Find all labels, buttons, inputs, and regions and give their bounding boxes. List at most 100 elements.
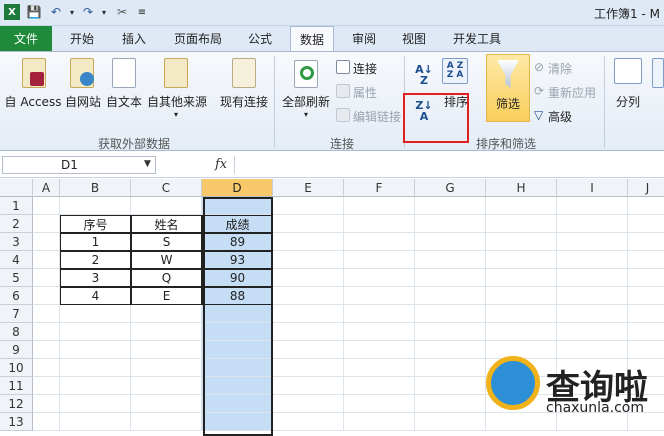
cell[interactable] — [131, 323, 202, 341]
cell[interactable] — [344, 395, 415, 413]
tab-data[interactable]: 数据 — [290, 26, 334, 52]
table-cell[interactable]: 2 — [60, 251, 131, 269]
redo-icon[interactable]: ↷ — [80, 4, 96, 20]
table-header-cell[interactable]: 序号 — [60, 215, 131, 233]
table-cell[interactable]: Q — [131, 269, 202, 287]
cell[interactable] — [33, 341, 60, 359]
cell[interactable] — [415, 395, 486, 413]
cell[interactable] — [557, 269, 628, 287]
table-cell[interactable]: 1 — [60, 233, 131, 251]
table-cell[interactable]: E — [131, 287, 202, 305]
row-header-1[interactable]: 1 — [0, 197, 33, 215]
cell[interactable] — [486, 197, 557, 215]
properties-button[interactable]: 属性 — [353, 84, 377, 101]
from-text-button[interactable]: 自文本 — [104, 93, 144, 110]
cell[interactable] — [415, 197, 486, 215]
cell[interactable] — [202, 323, 273, 341]
cell[interactable] — [344, 269, 415, 287]
cell[interactable] — [202, 305, 273, 323]
cell[interactable] — [131, 359, 202, 377]
cell[interactable] — [60, 359, 131, 377]
undo-icon[interactable]: ↶ — [48, 4, 64, 20]
cell[interactable] — [486, 233, 557, 251]
from-web-button[interactable]: 自网站 — [64, 93, 102, 110]
name-box-dropdown-icon[interactable]: ▼ — [144, 159, 151, 169]
cell[interactable] — [273, 341, 344, 359]
cell[interactable] — [344, 251, 415, 269]
cell[interactable] — [344, 287, 415, 305]
row-header-5[interactable]: 5 — [0, 269, 33, 287]
cell[interactable] — [557, 215, 628, 233]
table-cell[interactable]: 4 — [60, 287, 131, 305]
cell[interactable] — [628, 197, 664, 215]
cell[interactable] — [486, 341, 557, 359]
select-all-corner[interactable] — [0, 179, 33, 197]
table-cell[interactable]: S — [131, 233, 202, 251]
cell[interactable] — [60, 413, 131, 431]
cell[interactable] — [131, 305, 202, 323]
cell[interactable] — [628, 305, 664, 323]
cell[interactable] — [202, 413, 273, 431]
cell[interactable] — [273, 197, 344, 215]
row-header-13[interactable]: 13 — [0, 413, 33, 431]
cell[interactable] — [60, 305, 131, 323]
column-header-h[interactable]: H — [486, 179, 557, 197]
cell[interactable] — [60, 197, 131, 215]
cell[interactable] — [33, 323, 60, 341]
undo-dropdown-icon[interactable]: ▾ — [64, 4, 80, 20]
cell[interactable] — [273, 215, 344, 233]
other-sources-dropdown-icon[interactable]: ▾ — [170, 110, 182, 119]
cell[interactable] — [344, 215, 415, 233]
reapply-button[interactable]: 重新应用 — [548, 84, 596, 101]
cell[interactable] — [273, 287, 344, 305]
column-header-i[interactable]: I — [557, 179, 628, 197]
cell[interactable] — [273, 413, 344, 431]
table-cell[interactable]: 88 — [202, 287, 273, 305]
table-cell[interactable]: 90 — [202, 269, 273, 287]
tab-insert[interactable]: 插入 — [114, 26, 154, 51]
cell[interactable] — [415, 323, 486, 341]
table-header-cell[interactable]: 姓名 — [131, 215, 202, 233]
table-cell[interactable]: W — [131, 251, 202, 269]
cell[interactable] — [273, 395, 344, 413]
cell[interactable] — [628, 341, 664, 359]
cell[interactable] — [344, 197, 415, 215]
cell[interactable] — [273, 269, 344, 287]
tab-home[interactable]: 开始 — [62, 26, 102, 51]
cell[interactable] — [273, 305, 344, 323]
cell[interactable] — [628, 287, 664, 305]
from-other-sources-button[interactable]: 自其他来源 — [146, 93, 208, 110]
cell[interactable] — [33, 305, 60, 323]
cell[interactable] — [131, 197, 202, 215]
from-access-button[interactable]: 自 Access — [4, 93, 62, 110]
column-header-j[interactable]: J — [628, 179, 664, 197]
cell[interactable] — [415, 287, 486, 305]
cell[interactable] — [60, 341, 131, 359]
cell[interactable] — [415, 413, 486, 431]
customize-qat-icon[interactable]: ≡ — [134, 4, 150, 20]
column-header-a[interactable]: A — [33, 179, 60, 197]
cell[interactable] — [273, 233, 344, 251]
cell[interactable] — [415, 215, 486, 233]
column-header-f[interactable]: F — [344, 179, 415, 197]
column-header-g[interactable]: G — [415, 179, 486, 197]
cell[interactable] — [344, 233, 415, 251]
tab-review[interactable]: 审阅 — [344, 26, 384, 51]
cell[interactable] — [131, 413, 202, 431]
row-header-3[interactable]: 3 — [0, 233, 33, 251]
cell[interactable] — [273, 377, 344, 395]
row-header-8[interactable]: 8 — [0, 323, 33, 341]
cell[interactable] — [33, 251, 60, 269]
redo-dropdown-icon[interactable]: ▾ — [96, 4, 112, 20]
cell[interactable] — [33, 395, 60, 413]
cell[interactable] — [131, 395, 202, 413]
cell[interactable] — [344, 377, 415, 395]
cell[interactable] — [60, 377, 131, 395]
cell[interactable] — [486, 287, 557, 305]
cell[interactable] — [273, 323, 344, 341]
row-header-12[interactable]: 12 — [0, 395, 33, 413]
cell[interactable] — [557, 197, 628, 215]
tab-page-layout[interactable]: 页面布局 — [166, 26, 230, 51]
cell[interactable] — [628, 323, 664, 341]
cell[interactable] — [628, 269, 664, 287]
